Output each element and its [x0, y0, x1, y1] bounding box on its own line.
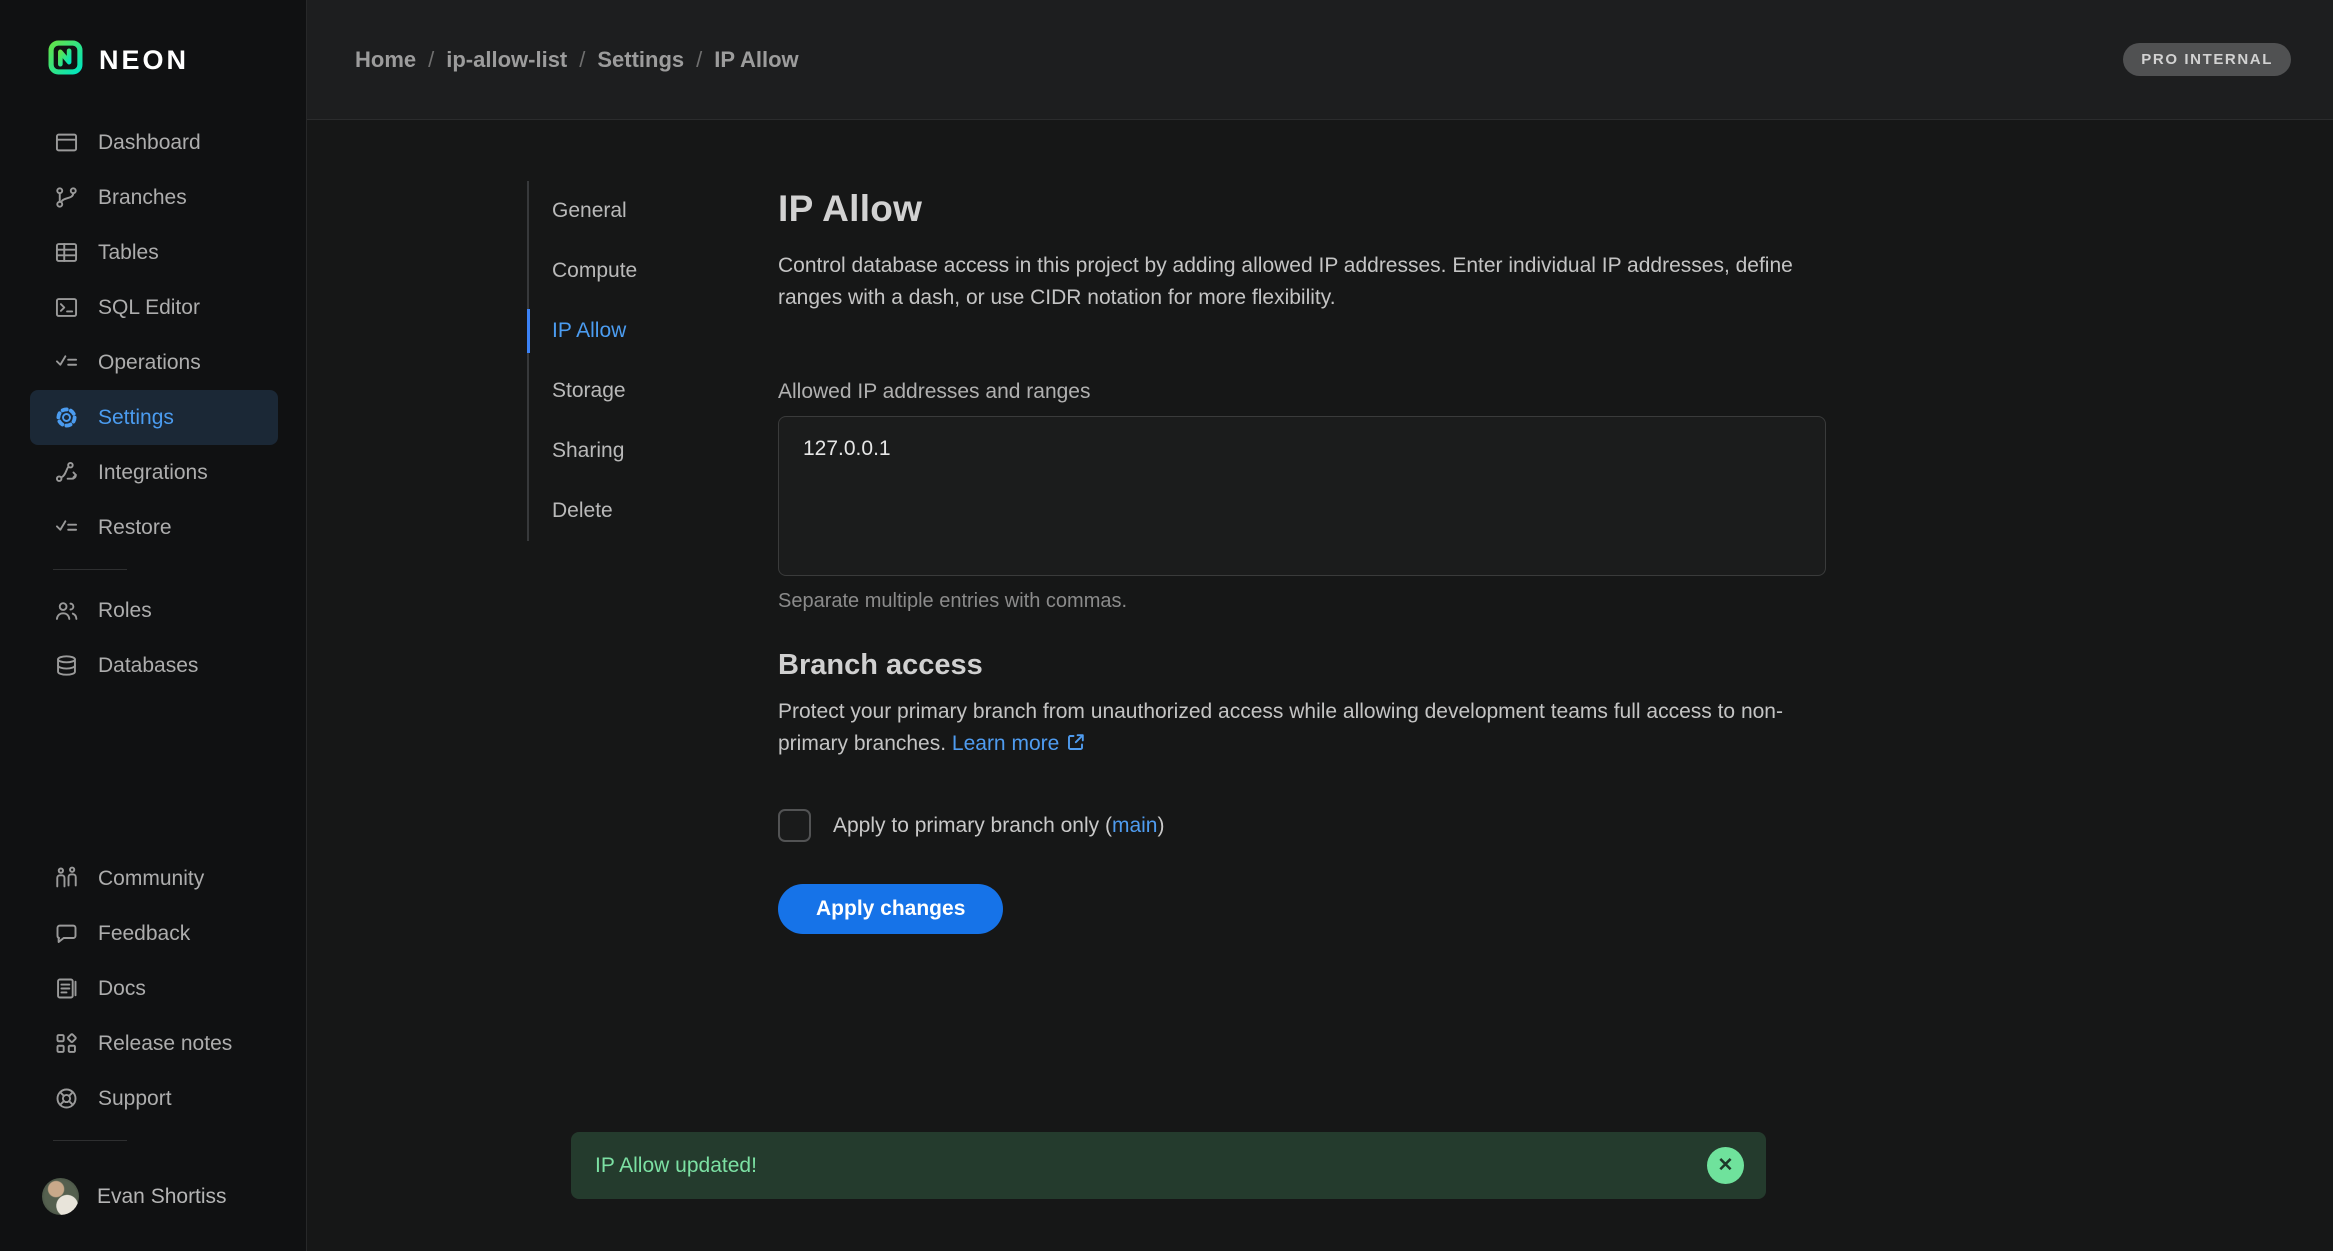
users-icon	[53, 597, 80, 624]
learn-more-link[interactable]: Learn more	[952, 732, 1059, 755]
document-icon	[53, 975, 80, 1002]
apply-changes-button[interactable]: Apply changes	[778, 884, 1003, 934]
sidebar-item-tables[interactable]: Tables	[30, 225, 278, 280]
branch-access-title: Branch access	[778, 649, 1826, 682]
tables-icon	[53, 239, 80, 266]
user-menu[interactable]: Evan Shortiss	[42, 1178, 306, 1215]
page-title: IP Allow	[778, 188, 1826, 230]
close-icon: ✕	[1718, 1156, 1734, 1175]
main-branch-link[interactable]: main	[1112, 814, 1158, 837]
plan-badge: PRO INTERNAL	[2123, 43, 2291, 76]
primary-branch-checkbox[interactable]	[778, 809, 811, 842]
sql-editor-icon	[53, 294, 80, 321]
primary-branch-option: Apply to primary branch only (main)	[778, 809, 1826, 842]
breadcrumb-separator: /	[428, 47, 434, 73]
sidebar-secondary-nav: Roles Databases	[0, 583, 306, 693]
sidebar-divider	[53, 569, 127, 570]
sidebar-item-community[interactable]: Community	[30, 851, 278, 906]
sidebar-divider	[53, 1140, 127, 1141]
sidebar-item-docs[interactable]: Docs	[30, 961, 278, 1016]
gear-icon	[53, 404, 80, 431]
operations-icon	[53, 349, 80, 376]
community-icon	[53, 865, 80, 892]
page-description: Control database access in this project …	[778, 250, 1826, 314]
ip-field-helper: Separate multiple entries with commas.	[778, 590, 1826, 613]
sidebar-item-release-notes[interactable]: Release notes	[30, 1016, 278, 1071]
tab-sharing[interactable]: Sharing	[529, 421, 778, 481]
tab-ip-allow[interactable]: IP Allow	[529, 301, 778, 361]
branches-icon	[53, 184, 80, 211]
breadcrumb-settings[interactable]: Settings	[597, 47, 684, 73]
sidebar-item-branches[interactable]: Branches	[30, 170, 278, 225]
database-icon	[53, 652, 80, 679]
lifebuoy-icon	[53, 1085, 80, 1112]
brand-logo[interactable]: NEON	[48, 38, 306, 82]
neon-logo-icon	[48, 40, 83, 80]
sidebar-item-sql-editor[interactable]: SQL Editor	[30, 280, 278, 335]
breadcrumb-separator: /	[696, 47, 702, 73]
success-toast: IP Allow updated! ✕	[571, 1132, 1766, 1199]
breadcrumb-ip-allow: IP Allow	[714, 47, 798, 73]
external-link-icon	[1065, 731, 1086, 763]
toast-close-button[interactable]: ✕	[1707, 1147, 1744, 1184]
sidebar-item-dashboard[interactable]: Dashboard	[30, 115, 278, 170]
breadcrumb-project[interactable]: ip-allow-list	[446, 47, 567, 73]
breadcrumb: Home / ip-allow-list / Settings / IP All…	[355, 47, 799, 73]
sidebar-item-feedback[interactable]: Feedback	[30, 906, 278, 961]
settings-page: General Compute IP Allow Storage Sharing…	[307, 120, 2333, 1251]
ip-allow-panel: IP Allow Control database access in this…	[778, 188, 1826, 1251]
sidebar-footer-nav: Community Feedback Docs Release notes Su…	[0, 851, 306, 1126]
sidebar-main-nav: Dashboard Branches Tables SQL Editor Ope…	[0, 115, 306, 555]
dashboard-icon	[53, 129, 80, 156]
sidebar-item-integrations[interactable]: Integrations	[30, 445, 278, 500]
ip-field-label: Allowed IP addresses and ranges	[778, 380, 1826, 404]
app-window: NEON Dashboard Branches Tables SQL Edito…	[0, 0, 2333, 1251]
sidebar: NEON Dashboard Branches Tables SQL Edito…	[0, 0, 307, 1251]
toast-message: IP Allow updated!	[595, 1154, 757, 1178]
branch-access-description: Protect your primary branch from unautho…	[778, 696, 1826, 763]
top-header: Home / ip-allow-list / Settings / IP All…	[307, 0, 2333, 120]
ip-addresses-textarea[interactable]: 127.0.0.1	[778, 416, 1826, 576]
main-column: Home / ip-allow-list / Settings / IP All…	[307, 0, 2333, 1251]
release-notes-icon	[53, 1030, 80, 1057]
sidebar-spacer	[0, 693, 306, 851]
sidebar-item-roles[interactable]: Roles	[30, 583, 278, 638]
sidebar-item-restore[interactable]: Restore	[30, 500, 278, 555]
breadcrumb-separator: /	[579, 47, 585, 73]
settings-sub-nav: General Compute IP Allow Storage Sharing…	[527, 181, 778, 541]
avatar	[42, 1178, 79, 1215]
user-name: Evan Shortiss	[97, 1185, 227, 1209]
integrations-icon	[53, 459, 80, 486]
restore-icon	[53, 514, 80, 541]
tab-general[interactable]: General	[529, 181, 778, 241]
breadcrumb-home[interactable]: Home	[355, 47, 416, 73]
tab-storage[interactable]: Storage	[529, 361, 778, 421]
sidebar-item-operations[interactable]: Operations	[30, 335, 278, 390]
primary-branch-checkbox-label: Apply to primary branch only (main)	[833, 814, 1164, 838]
tab-compute[interactable]: Compute	[529, 241, 778, 301]
sidebar-item-support[interactable]: Support	[30, 1071, 278, 1126]
speech-bubble-icon	[53, 920, 80, 947]
sidebar-item-databases[interactable]: Databases	[30, 638, 278, 693]
sidebar-item-settings[interactable]: Settings	[30, 390, 278, 445]
brand-name: NEON	[99, 45, 189, 76]
tab-delete[interactable]: Delete	[529, 481, 778, 541]
